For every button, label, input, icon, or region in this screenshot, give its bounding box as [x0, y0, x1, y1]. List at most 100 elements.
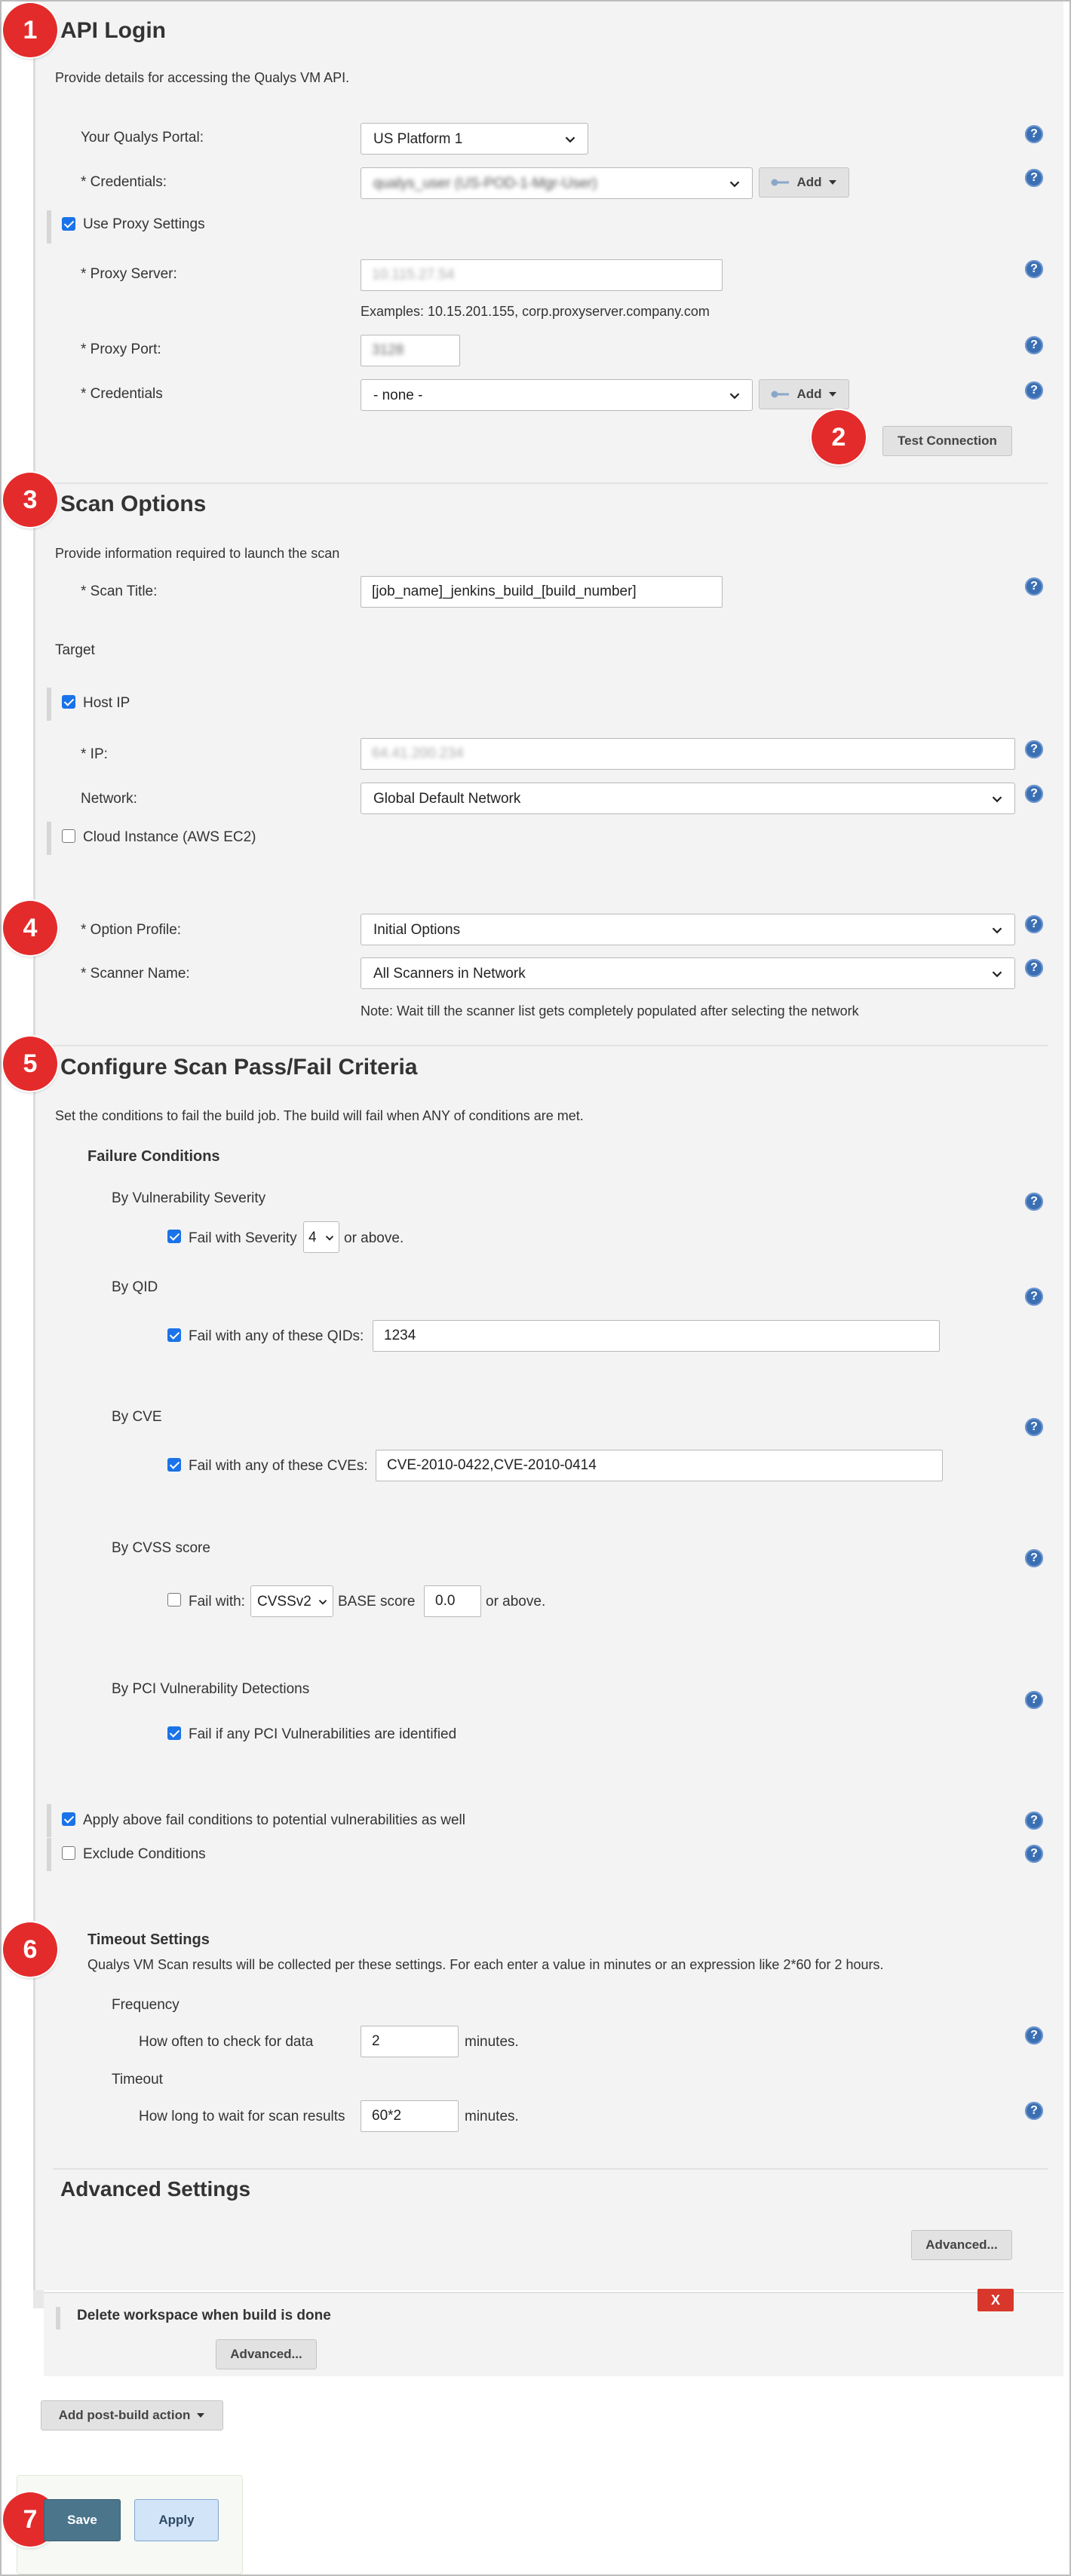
help-icon[interactable]: ?: [1025, 260, 1043, 278]
help-icon[interactable]: ?: [1025, 740, 1043, 758]
help-icon[interactable]: ?: [1025, 1845, 1043, 1863]
cve-input[interactable]: CVE-2010-0422,CVE-2010-0414: [376, 1450, 943, 1481]
network-select[interactable]: Global Default Network: [361, 783, 1015, 814]
failure-conditions-heading: Failure Conditions: [87, 1148, 220, 1165]
key-icon: [771, 179, 790, 186]
cvss-version-select[interactable]: CVSSv2: [250, 1585, 333, 1617]
cvss-checkbox[interactable]: [167, 1593, 181, 1607]
severity-checkbox[interactable]: [167, 1230, 181, 1243]
portal-select[interactable]: US Platform 1: [361, 123, 588, 155]
post-build-step: [44, 2292, 1063, 2376]
timeout-unit: minutes.: [465, 2109, 519, 2124]
network-value: Global Default Network: [373, 791, 521, 807]
timeout-label: How long to wait for scan results: [139, 2109, 345, 2124]
help-icon[interactable]: ?: [1025, 959, 1043, 977]
help-icon[interactable]: ?: [1025, 169, 1043, 187]
chevron-down-icon: [729, 181, 740, 188]
scan-options-title: Scan Options: [60, 492, 207, 516]
add-proxy-credentials-button[interactable]: Add: [759, 379, 849, 409]
help-icon[interactable]: ?: [1025, 1288, 1043, 1306]
apply-button[interactable]: Apply: [134, 2499, 219, 2541]
caret-down-icon: [828, 180, 836, 185]
proxy-server-input[interactable]: 10.115.27.54: [361, 259, 723, 291]
save-button[interactable]: Save: [44, 2499, 121, 2541]
section-separator: [53, 1045, 1048, 1046]
help-icon[interactable]: ?: [1025, 125, 1043, 143]
advanced-settings-button[interactable]: Advanced...: [911, 2230, 1012, 2260]
qid-checkbox[interactable]: [167, 1328, 181, 1342]
credentials-select[interactable]: qualys_user (US-POD-1-Mgr-User): [361, 167, 753, 199]
help-icon[interactable]: ?: [1025, 577, 1043, 596]
help-icon[interactable]: ?: [1025, 1549, 1043, 1567]
callout-badge-1: 1: [3, 3, 57, 57]
add-post-build-action-button[interactable]: Add post-build action: [41, 2400, 223, 2431]
callout-badge-2: 2: [812, 410, 866, 464]
apply-potential-label: Apply above fail conditions to potential…: [83, 1812, 465, 1828]
help-icon[interactable]: ?: [1025, 336, 1043, 354]
option-profile-value: Initial Options: [373, 922, 461, 938]
api-login-description: Provide details for accessing the Qualys…: [55, 70, 350, 85]
option-bar: [47, 210, 51, 244]
proxy-credentials-label: * Credentials: [81, 386, 163, 402]
scanner-name-select[interactable]: All Scanners in Network: [361, 957, 1015, 989]
proxy-credentials-value: - none -: [373, 387, 423, 403]
chevron-down-icon: [318, 1600, 327, 1605]
help-icon[interactable]: ?: [1025, 381, 1043, 400]
timeout-heading: Timeout: [112, 2072, 163, 2087]
help-icon[interactable]: ?: [1025, 2026, 1043, 2045]
add-button-label: Add: [796, 387, 822, 401]
qid-label: Fail with any of these QIDs:: [189, 1328, 364, 1344]
help-icon[interactable]: ?: [1025, 1691, 1043, 1709]
chevron-down-icon: [729, 393, 740, 400]
help-icon[interactable]: ?: [1025, 1812, 1043, 1830]
target-label: Target: [55, 642, 95, 658]
exclude-conditions-checkbox[interactable]: [62, 1846, 75, 1860]
cve-checkbox[interactable]: [167, 1458, 181, 1472]
help-icon[interactable]: ?: [1025, 1418, 1043, 1436]
help-icon[interactable]: ?: [1025, 1193, 1043, 1211]
credentials-select-value: qualys_user (US-POD-1-Mgr-User): [373, 176, 597, 191]
callout-badge-3: 3: [3, 473, 57, 527]
timeout-description: Qualys VM Scan results will be collected…: [87, 1957, 884, 1972]
option-bar: [47, 1804, 51, 1837]
section-separator: [53, 2168, 1048, 2170]
severity-select[interactable]: 4: [303, 1221, 339, 1253]
proxy-port-value: 3128: [372, 342, 404, 358]
option-profile-select[interactable]: Initial Options: [361, 914, 1015, 945]
help-icon[interactable]: ?: [1025, 785, 1043, 803]
frequency-value: 2: [372, 2033, 380, 2049]
help-icon[interactable]: ?: [1025, 915, 1043, 933]
option-bar: [47, 822, 51, 855]
scanner-note: Note: Wait till the scanner list gets co…: [361, 1003, 859, 1018]
host-ip-label: Host IP: [83, 695, 130, 711]
scan-title-input[interactable]: [job_name]_jenkins_build_[build_number]: [361, 576, 723, 608]
frequency-input[interactable]: 2: [361, 2026, 459, 2057]
add-credentials-button[interactable]: Add: [759, 167, 849, 198]
proxy-credentials-select[interactable]: - none -: [361, 379, 753, 411]
callout-badge-6: 6: [3, 1922, 57, 1977]
post-build-advanced-button[interactable]: Advanced...: [216, 2339, 317, 2369]
use-proxy-checkbox[interactable]: [62, 217, 75, 231]
chevron-down-icon: [992, 927, 1002, 934]
callout-badge-4: 4: [3, 901, 57, 955]
qid-input[interactable]: 1234: [373, 1320, 940, 1352]
scanner-name-value: All Scanners in Network: [373, 966, 526, 982]
cvss-base-label: BASE score: [338, 1594, 416, 1610]
delete-step-button[interactable]: X: [977, 2289, 1014, 2311]
help-icon[interactable]: ?: [1025, 2102, 1043, 2120]
timeout-input[interactable]: 60*2: [361, 2100, 459, 2132]
apply-potential-checkbox[interactable]: [62, 1812, 75, 1826]
scanner-name-label: * Scanner Name:: [81, 966, 190, 982]
credentials-label: * Credentials:: [81, 174, 167, 190]
pci-checkbox[interactable]: [167, 1726, 181, 1740]
proxy-port-input[interactable]: 3128: [361, 335, 460, 366]
cvss-suffix: or above.: [486, 1594, 546, 1610]
severity-suffix: or above.: [344, 1230, 404, 1246]
ip-input[interactable]: 64.41.200.234: [361, 738, 1015, 770]
cloud-instance-checkbox[interactable]: [62, 829, 75, 843]
pci-heading: By PCI Vulnerability Detections: [112, 1681, 310, 1697]
test-connection-button[interactable]: Test Connection: [882, 426, 1012, 456]
cvss-score-input[interactable]: 0.0: [424, 1585, 481, 1617]
host-ip-checkbox[interactable]: [62, 695, 75, 709]
chevron-down-icon: [325, 1236, 334, 1241]
